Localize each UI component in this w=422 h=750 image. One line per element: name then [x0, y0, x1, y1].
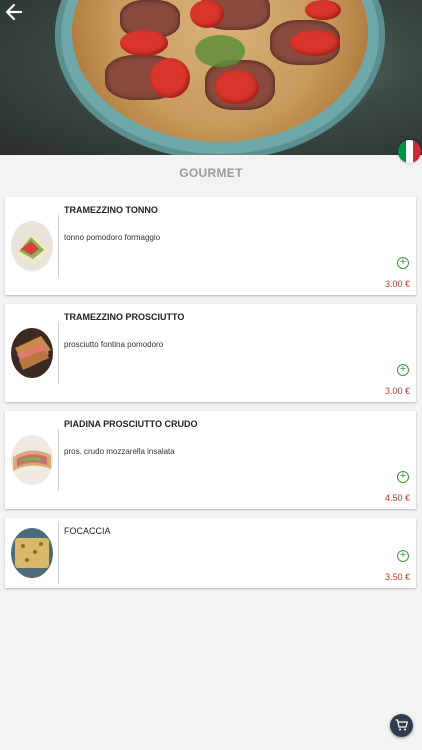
- cart-button[interactable]: [390, 714, 413, 737]
- pizza-topping: [120, 30, 168, 56]
- product-card[interactable]: TRAMEZZINO TONNO tonno pomodoro formaggi…: [5, 197, 416, 295]
- product-name: TRAMEZZINO PROSCIUTTO: [64, 312, 185, 322]
- product-name: TRAMEZZINO TONNO: [64, 205, 158, 215]
- product-name: PIADINA PROSCIUTTO CRUDO: [64, 419, 198, 429]
- pizza-topping: [195, 35, 245, 67]
- product-price: 3.00 €: [384, 386, 410, 396]
- add-to-cart-icon[interactable]: +: [397, 550, 409, 562]
- product-card[interactable]: FOCACCIA + 3.50 €: [5, 518, 416, 588]
- product-thumbnail: [11, 221, 53, 271]
- flag-stripe-white: [405, 140, 414, 163]
- card-divider: [58, 429, 59, 491]
- add-to-cart-icon[interactable]: +: [397, 364, 409, 376]
- section-title: GOURMET: [179, 166, 243, 180]
- header-image: [0, 0, 422, 155]
- product-price: 3.50 €: [384, 572, 410, 582]
- pizza-topping: [150, 58, 190, 98]
- product-thumbnail: [11, 435, 53, 485]
- italian-flag-icon[interactable]: [398, 140, 421, 163]
- product-thumbnail: [11, 328, 53, 378]
- pizza-topping: [215, 70, 259, 104]
- pizza-topping: [290, 30, 340, 56]
- pizza-topping: [305, 0, 341, 20]
- product-description: prosciutto fontina pomodoro: [64, 340, 164, 349]
- product-name: FOCACCIA: [64, 526, 111, 536]
- cart-icon: [395, 719, 408, 731]
- card-divider: [58, 322, 59, 384]
- back-arrow-icon[interactable]: [4, 2, 26, 24]
- product-price: 3.00 €: [384, 279, 410, 289]
- product-description: pros. crudo mozzarella insalata: [64, 447, 175, 456]
- card-divider: [58, 215, 59, 277]
- product-card[interactable]: PIADINA PROSCIUTTO CRUDO pros. crudo moz…: [5, 411, 416, 509]
- product-thumbnail: [11, 528, 53, 578]
- pizza-topping: [190, 0, 224, 28]
- add-to-cart-icon[interactable]: +: [397, 471, 409, 483]
- product-price: 4.50 €: [384, 493, 410, 503]
- add-to-cart-icon[interactable]: +: [397, 257, 409, 269]
- product-card[interactable]: TRAMEZZINO PROSCIUTTO prosciutto fontina…: [5, 304, 416, 402]
- card-divider: [58, 522, 59, 584]
- product-description: tonno pomodoro formaggio: [64, 233, 161, 242]
